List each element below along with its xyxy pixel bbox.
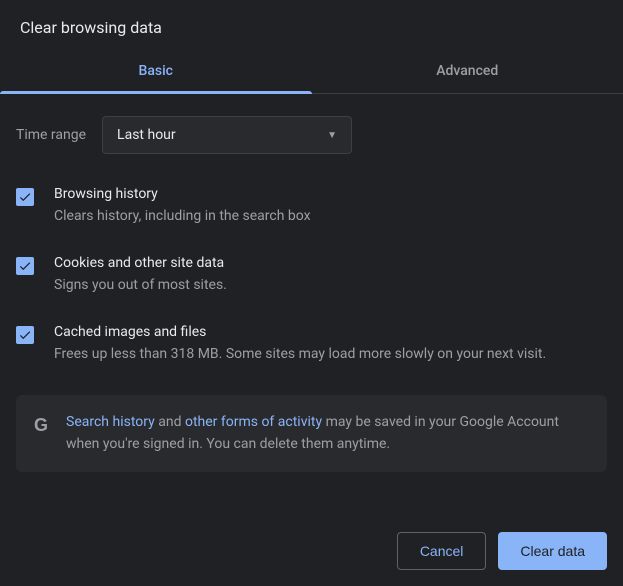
time-range-row: Time range Last hour ▼ [0,94,623,172]
clear-data-button[interactable]: Clear data [498,532,607,570]
info-box: G Search history and other forms of acti… [16,395,607,472]
option-title: Cached images and files [54,324,607,344]
time-range-value: Last hour [117,127,176,143]
info-mid1: and [155,414,185,430]
option-cache: Cached images and files Frees up less th… [16,310,607,379]
checkbox-cache[interactable] [16,326,34,344]
time-range-label: Time range [16,127,86,143]
option-desc: Signs you out of most sites. [54,275,607,296]
option-title: Cookies and other site data [54,255,607,275]
option-text: Cached images and files Frees up less th… [54,324,607,365]
option-desc: Frees up less than 318 MB. Some sites ma… [54,344,607,365]
link-search-history[interactable]: Search history [66,414,155,430]
time-range-select[interactable]: Last hour ▼ [102,116,352,154]
option-browsing-history: Browsing history Clears history, includi… [16,172,607,241]
option-text: Cookies and other site data Signs you ou… [54,255,607,296]
link-other-activity[interactable]: other forms of activity [185,414,322,430]
tab-advanced[interactable]: Advanced [312,49,623,93]
option-title: Browsing history [54,186,607,206]
chevron-down-icon: ▼ [327,130,337,141]
tab-basic[interactable]: Basic [0,49,312,93]
checkbox-cookies[interactable] [16,257,34,275]
info-text: Search history and other forms of activi… [66,411,589,456]
check-icon [18,259,32,273]
check-icon [18,328,32,342]
footer: Cancel Clear data [397,532,607,570]
cancel-button[interactable]: Cancel [397,532,487,570]
option-desc: Clears history, including in the search … [54,206,607,227]
options-list: Browsing history Clears history, includi… [0,172,623,379]
option-cookies: Cookies and other site data Signs you ou… [16,241,607,310]
google-icon: G [34,415,48,436]
tabs: Basic Advanced [0,49,623,94]
checkbox-browsing-history[interactable] [16,188,34,206]
check-icon [18,190,32,204]
option-text: Browsing history Clears history, includi… [54,186,607,227]
dialog-title: Clear browsing data [0,0,623,49]
